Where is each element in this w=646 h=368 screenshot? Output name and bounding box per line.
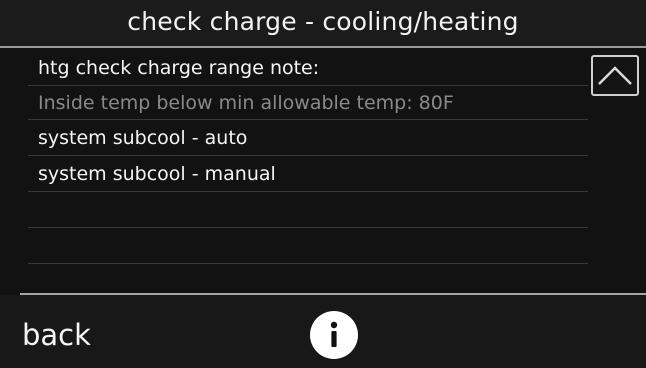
- scroll-up-button[interactable]: [591, 55, 639, 96]
- list-item-empty: [28, 192, 588, 228]
- list-item-temp-note: Inside temp below min allowable temp: 80…: [28, 86, 588, 120]
- info-button[interactable]: [310, 311, 358, 359]
- page-title: check charge - cooling/heating: [0, 0, 646, 46]
- info-icon: [330, 321, 338, 347]
- list-item-range-note: htg check charge range note:: [28, 50, 588, 86]
- back-button[interactable]: back: [22, 317, 91, 353]
- footer-divider: [20, 293, 646, 295]
- check-charge-screen: check charge - cooling/heating htg check…: [0, 0, 646, 368]
- settings-list: htg check charge range note: Inside temp…: [28, 50, 588, 264]
- list-item-subcool-auto[interactable]: system subcool - auto: [28, 120, 588, 156]
- list-item-empty: [28, 228, 588, 264]
- list-item-subcool-manual[interactable]: system subcool - manual: [28, 156, 588, 192]
- title-divider: [0, 46, 646, 48]
- chevron-up-icon: [598, 66, 632, 85]
